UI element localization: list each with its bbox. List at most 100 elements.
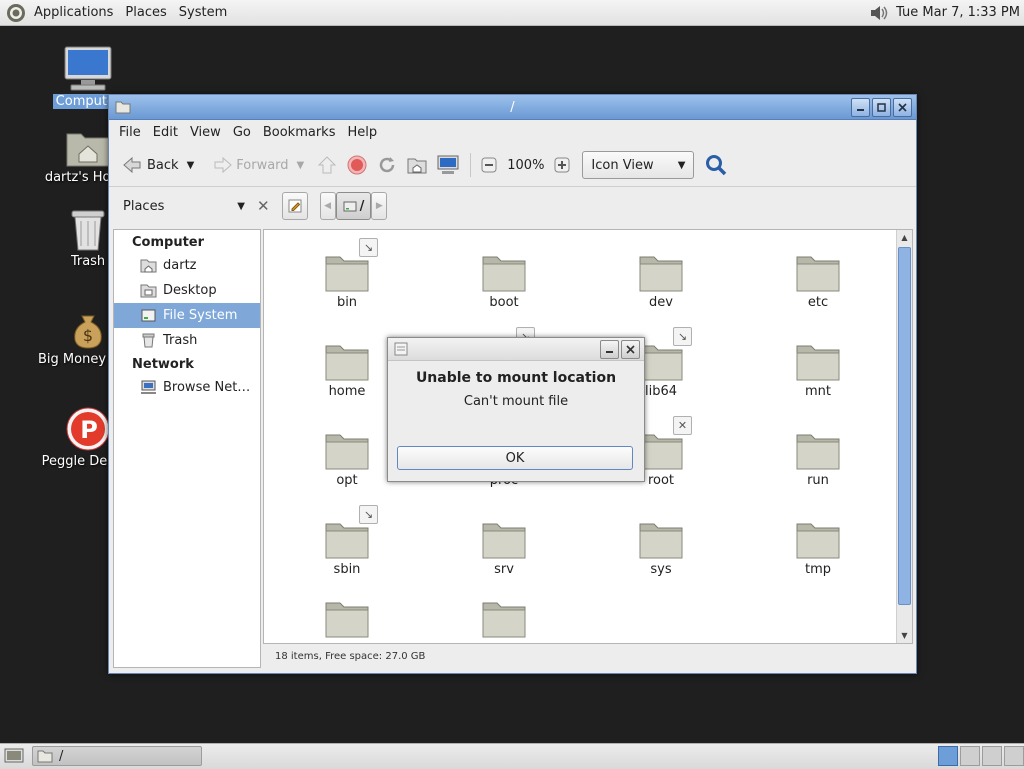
home-button[interactable]: [402, 155, 432, 175]
clock[interactable]: Tue Mar 7, 1:33 PM: [896, 5, 1020, 20]
file-item[interactable]: opt: [297, 430, 397, 488]
window-controls: [851, 97, 916, 117]
zoom-out-button[interactable]: [477, 157, 501, 173]
workspace-4[interactable]: [1004, 746, 1024, 766]
computer-button[interactable]: [432, 154, 464, 176]
taskbar-window-button[interactable]: /: [32, 746, 202, 766]
workspace-2[interactable]: [960, 746, 980, 766]
sidebar-item-label: Desktop: [163, 283, 217, 298]
symlink-emblem-icon: ↘: [359, 238, 378, 257]
path-scroll-right-button[interactable]: ▶: [371, 192, 388, 220]
svg-text:P: P: [80, 416, 98, 444]
sidebar-item-trash[interactable]: Trash: [114, 328, 260, 353]
folder-icon: [325, 602, 369, 638]
file-item[interactable]: tmp: [768, 519, 868, 577]
path-scroll-left-button[interactable]: ◀: [319, 192, 336, 220]
workspace-1[interactable]: [938, 746, 958, 766]
scrollbar-thumb[interactable]: [898, 247, 911, 605]
file-name: etc: [807, 295, 829, 310]
menubar: File Edit View Go Bookmarks Help: [109, 120, 916, 144]
sidebar-item-browse-network[interactable]: Browse Net…: [114, 375, 260, 400]
back-history-dropdown[interactable]: ▼: [183, 160, 199, 171]
applications-menu[interactable]: Applications: [28, 5, 119, 20]
back-button[interactable]: Back: [117, 155, 183, 175]
workspace-3[interactable]: [982, 746, 1002, 766]
trash-icon: [71, 210, 105, 251]
file-item[interactable]: [454, 598, 554, 641]
mount-error-dialog: Unable to mount location Can't mount fil…: [387, 337, 645, 482]
dialog-minimize-button[interactable]: [600, 339, 619, 359]
volume-icon[interactable]: [868, 3, 890, 23]
file-item[interactable]: ↘ sbin: [297, 505, 397, 577]
file-item[interactable]: mnt: [768, 341, 868, 399]
vertical-scrollbar[interactable]: ▲ ▼: [896, 230, 912, 643]
file-name: sys: [650, 562, 672, 577]
gnome-foot-icon[interactable]: [6, 3, 26, 23]
file-item[interactable]: etc: [768, 252, 868, 310]
file-item[interactable]: boot: [454, 252, 554, 310]
menu-file[interactable]: File: [113, 125, 147, 140]
sidebar-item-label: Trash: [163, 333, 198, 348]
folder-icon: [639, 345, 683, 381]
sidebar-item-dartz[interactable]: dartz: [114, 253, 260, 278]
menu-go[interactable]: Go: [227, 125, 257, 140]
maximize-button[interactable]: [872, 97, 891, 117]
sidebar-item-file-system[interactable]: File System: [114, 303, 260, 328]
menu-bookmarks[interactable]: Bookmarks: [257, 125, 342, 140]
sidebar-type-label: Places: [123, 198, 165, 214]
path-button-root[interactable]: /: [335, 192, 372, 220]
menu-view[interactable]: View: [184, 125, 227, 140]
close-sidebar-button[interactable]: ✕: [257, 197, 270, 215]
file-item[interactable]: home: [297, 341, 397, 399]
forward-button[interactable]: Forward: [208, 155, 292, 175]
peggle-icon: P: [66, 407, 110, 451]
file-item[interactable]: run: [768, 430, 868, 488]
zoom-in-button[interactable]: [550, 157, 574, 173]
minimize-button[interactable]: [851, 97, 870, 117]
forward-history-dropdown[interactable]: ▼: [293, 160, 309, 171]
window-titlebar[interactable]: /: [109, 95, 916, 120]
view-mode-select[interactable]: Icon View ▼: [582, 151, 695, 179]
maximize-icon: [877, 102, 886, 112]
file-item[interactable]: [297, 598, 397, 641]
show-desktop-button[interactable]: [4, 747, 24, 769]
up-button[interactable]: [312, 155, 342, 175]
computer-icon: [437, 155, 459, 174]
file-item[interactable]: srv: [454, 519, 554, 577]
forward-label: Forward: [236, 157, 289, 173]
file-item[interactable]: ↘ bin: [297, 238, 397, 310]
file-name: opt: [336, 473, 358, 488]
chevron-down-icon: ▼: [677, 159, 686, 171]
close-button[interactable]: [893, 97, 912, 117]
scroll-up-arrow[interactable]: ▲: [897, 230, 912, 245]
file-item[interactable]: sys: [611, 519, 711, 577]
minimize-icon: [857, 108, 864, 111]
reload-button[interactable]: [372, 154, 402, 176]
dialog-close-button[interactable]: [621, 339, 640, 359]
bottom-panel: /: [0, 743, 1024, 769]
ok-button[interactable]: OK: [397, 446, 633, 470]
path-segment-label: /: [359, 198, 365, 214]
desktop-icon-label: Trash: [70, 254, 106, 269]
file-item[interactable]: dev: [611, 252, 711, 310]
menu-edit[interactable]: Edit: [147, 125, 184, 140]
search-button[interactable]: [700, 153, 732, 177]
places-menu[interactable]: Places: [119, 5, 172, 20]
scroll-down-arrow[interactable]: ▼: [897, 628, 912, 643]
taskbar-window-label: /: [59, 748, 64, 764]
drive-icon: [343, 201, 357, 212]
menu-help[interactable]: Help: [341, 125, 383, 140]
sidebar-item-desktop[interactable]: Desktop: [114, 278, 260, 303]
edit-pencil-icon: [288, 199, 302, 213]
home-folder-icon: [66, 133, 110, 167]
folder-icon: [639, 434, 683, 470]
sidebar-type-select[interactable]: Places ▼: [117, 199, 253, 214]
panel-tray: Tue Mar 7, 1:33 PM: [868, 3, 1024, 23]
window-title: /: [510, 99, 515, 115]
dialog-titlebar[interactable]: [388, 338, 644, 361]
system-menu[interactable]: System: [173, 5, 233, 20]
toggle-location-entry-button[interactable]: [281, 192, 308, 220]
close-icon: [626, 344, 635, 354]
symlink-emblem-icon: ↘: [673, 327, 692, 346]
stop-button[interactable]: [342, 154, 372, 176]
